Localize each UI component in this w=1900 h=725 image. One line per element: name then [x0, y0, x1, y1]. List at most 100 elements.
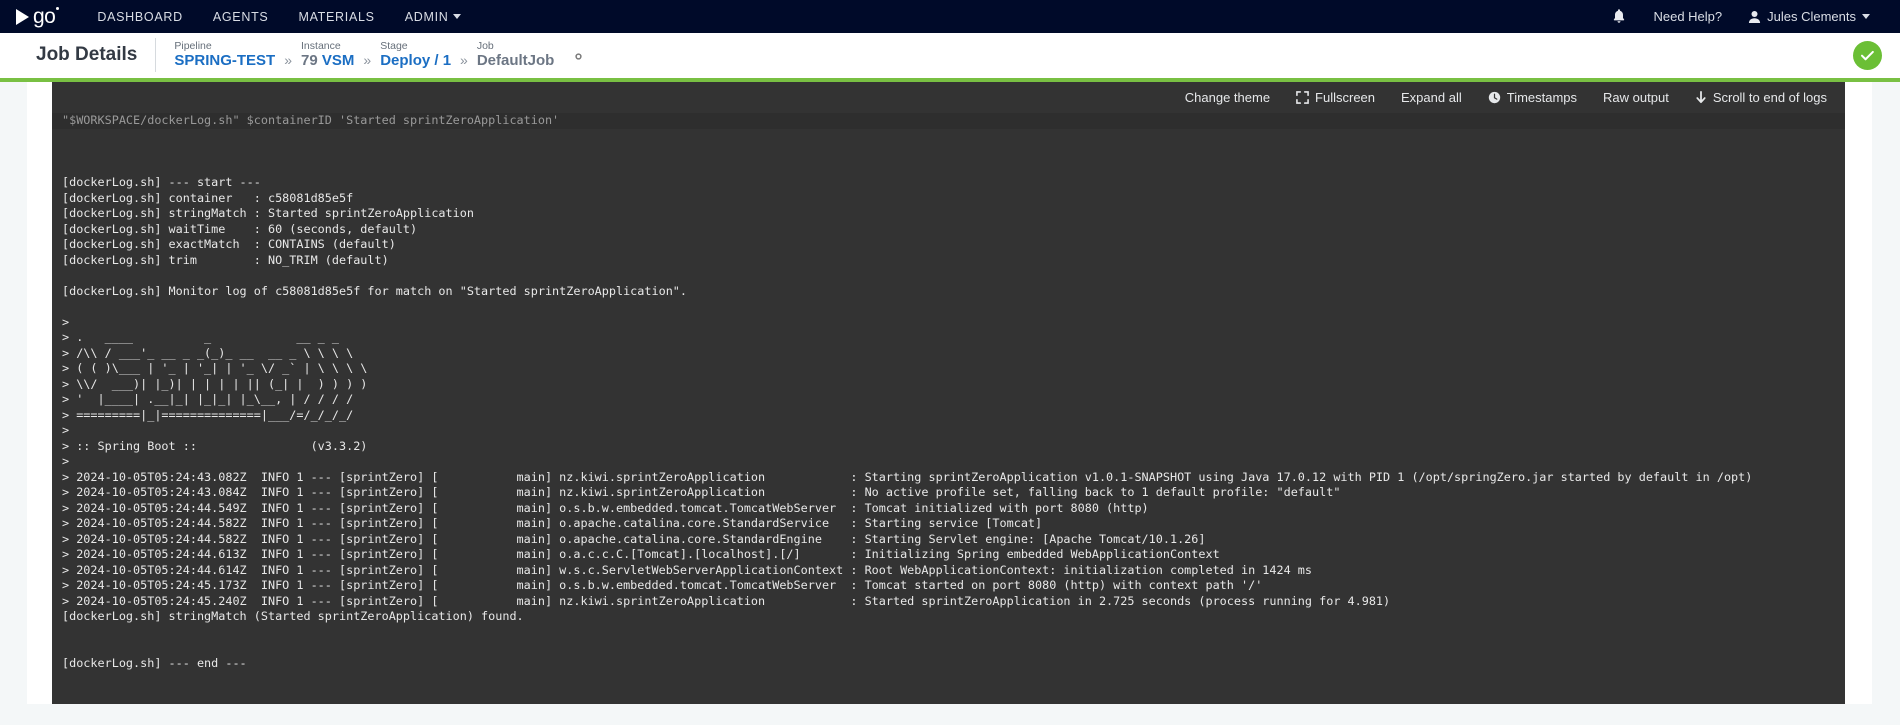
gear-icon[interactable] [570, 48, 587, 65]
bell-icon[interactable] [1611, 8, 1627, 25]
breadcrumb-value-pipeline[interactable]: SPRING-TEST [174, 52, 275, 69]
change-theme-button[interactable]: Change theme [1185, 90, 1270, 105]
log-line: > 2024-10-05T05:24:45.173Z INFO 1 --- [s… [62, 578, 1263, 592]
log-line: > [62, 423, 70, 437]
logo-text: go [33, 4, 60, 28]
nav-item-dashboard[interactable]: DASHBOARD [97, 10, 182, 24]
breadcrumb-label-pipeline: Pipeline [174, 40, 212, 53]
user-name-label: Jules Clements [1767, 9, 1856, 24]
nav-label-agents: AGENTS [212, 9, 269, 24]
user-menu[interactable]: Jules Clements [1748, 9, 1870, 24]
raw-output-label: Raw output [1603, 89, 1669, 105]
log-line: [dockerLog.sh] container : c58081d85e5f [62, 190, 354, 205]
log-line-blank [52, 160, 1845, 176]
expand-all-label: Expand all [1401, 89, 1462, 105]
top-navigation-bar: go DASHBOARD AGENTS MATERIALS ADMIN Need… [0, 0, 1900, 33]
instance-number: 79 [301, 52, 318, 70]
console-log-panel[interactable]: Change theme Fullscreen Expand all Times… [52, 82, 1845, 704]
breadcrumb-stage: Stage Deploy / 1 [380, 40, 451, 69]
log-line: [dockerLog.sh] exactMatch : CONTAINS (de… [62, 237, 396, 251]
breadcrumb-instance: Instance 79 VSM [301, 40, 354, 69]
breadcrumb-label-instance: Instance [301, 40, 341, 53]
chevron-down-icon [1862, 14, 1870, 19]
log-line: > 2024-10-05T05:24:44.582Z INFO 1 --- [s… [62, 531, 1206, 546]
nav-label-admin: ADMIN [404, 9, 449, 24]
log-line-blank [52, 640, 1845, 656]
log-line: > [62, 454, 70, 468]
breadcrumb-pipeline: Pipeline SPRING-TEST [174, 40, 275, 69]
console-log-body: "$WORKSPACE/dockerLog.sh" $containerID '… [52, 82, 1845, 702]
log-line: > :: Spring Boot :: (v3.3.2) [62, 438, 368, 453]
play-triangle-icon [16, 8, 29, 25]
right-outer-gutter [1872, 82, 1900, 704]
timestamps-toggle[interactable]: Timestamps [1488, 90, 1577, 105]
scroll-to-end-label: Scroll to end of logs [1712, 89, 1827, 105]
gocd-logo[interactable]: go [16, 4, 60, 29]
fullscreen-icon [1296, 90, 1309, 104]
breadcrumb-job: Job DefaultJob [477, 40, 555, 69]
log-line: > 2024-10-05T05:24:44.613Z INFO 1 --- [s… [62, 547, 1220, 561]
log-line: > ( ( )\___ | '_ | '_| | '_ \/ _` | \ \ … [62, 361, 368, 375]
left-inner-gutter [27, 82, 52, 704]
check-icon [1860, 50, 1874, 60]
arrow-down-icon [1696, 90, 1706, 103]
instance-vsm-link[interactable]: VSM [322, 52, 355, 69]
need-help-link[interactable]: Need Help? [1653, 9, 1722, 24]
status-badge [1853, 40, 1882, 70]
log-line: [dockerLog.sh] stringMatch (Started spri… [62, 609, 524, 623]
fullscreen-button[interactable]: Fullscreen [1296, 90, 1375, 105]
console-area: Change theme Fullscreen Expand all Times… [0, 82, 1900, 704]
change-theme-label: Change theme [1184, 89, 1271, 105]
breadcrumb-label-stage: Stage [380, 40, 408, 53]
log-line: > ' |____| .__|_| |_|_| |_\__, | / / / / [62, 392, 354, 406]
log-line: [dockerLog.sh] trim : NO_TRIM (default) [62, 252, 389, 267]
user-icon [1749, 10, 1761, 23]
breadcrumb-separator-icon: » [284, 51, 293, 68]
log-line: > 2024-10-05T05:24:44.549Z INFO 1 --- [s… [62, 500, 1149, 515]
breadcrumb-value-stage[interactable]: Deploy / 1 [380, 52, 451, 69]
nav-label-dashboard: DASHBOARD [97, 9, 183, 24]
vertical-divider [155, 38, 157, 72]
log-line: [dockerLog.sh] waitTime : 60 (seconds, d… [62, 221, 418, 236]
log-line: [dockerLog.sh] --- end --- [62, 655, 247, 670]
breadcrumb-value-job: DefaultJob [476, 52, 555, 70]
breadcrumb-separator-icon: » [460, 51, 468, 68]
log-lines-container: [dockerLog.sh] --- start --- [dockerLog.s… [52, 160, 1845, 672]
nav-item-materials[interactable]: MATERIALS [298, 10, 374, 24]
nav-right-group: Need Help? Jules Clements [1611, 8, 1884, 25]
log-line: [dockerLog.sh] stringMatch : Started spr… [62, 206, 474, 220]
log-line-blank [52, 299, 1845, 315]
log-line: > . ____ _ __ _ _ [62, 330, 339, 344]
main-nav-items: DASHBOARD AGENTS MATERIALS ADMIN [97, 10, 462, 24]
nav-label-materials: MATERIALS [298, 9, 375, 24]
log-line: > 2024-10-05T05:24:43.084Z INFO 1 --- [s… [62, 485, 1341, 499]
log-line: > 2024-10-05T05:24:43.082Z INFO 1 --- [s… [62, 469, 1753, 484]
chevron-down-icon [453, 14, 462, 19]
breadcrumb-label-job: Job [476, 40, 494, 53]
scroll-to-end-button[interactable]: Scroll to end of logs [1695, 90, 1827, 105]
log-line-blank [52, 625, 1845, 641]
log-line: > [62, 314, 70, 329]
log-line: > 2024-10-05T05:24:44.582Z INFO 1 --- [s… [62, 516, 1043, 530]
log-line: > \\/ ___)| |_)| | | | | || (_| | ) ) ) … [62, 376, 368, 391]
job-details-subheader: Job Details Pipeline SPRING-TEST » Insta… [0, 33, 1900, 78]
expand-all-button[interactable]: Expand all [1401, 90, 1462, 105]
log-line: [dockerLog.sh] Monitor log of c58081d85e… [62, 283, 688, 298]
log-line: > 2024-10-05T05:24:44.614Z INFO 1 --- [s… [62, 562, 1313, 577]
clock-icon [1488, 91, 1500, 103]
page-title: Job Details [36, 44, 138, 65]
log-line-blank [52, 268, 1845, 284]
breadcrumb-separator-icon: » [363, 51, 372, 68]
log-line: > 2024-10-05T05:24:45.240Z INFO 1 --- [s… [62, 593, 1391, 608]
timestamps-label: Timestamps [1506, 89, 1578, 105]
log-line: [dockerLog.sh] --- start --- [62, 175, 261, 189]
right-inner-gutter [1845, 82, 1872, 704]
raw-output-button[interactable]: Raw output [1603, 90, 1669, 105]
log-line: > /\\ / ___'_ __ _ _(_)_ __ __ _ \ \ \ \ [62, 345, 354, 360]
left-outer-gutter [0, 82, 27, 704]
log-toolbar: Change theme Fullscreen Expand all Times… [1162, 82, 1845, 112]
breadcrumb-value-instance[interactable]: 79 VSM [301, 52, 354, 69]
nav-item-agents[interactable]: AGENTS [213, 10, 269, 24]
log-line-partial: "$WORKSPACE/dockerLog.sh" $containerID '… [52, 113, 1845, 129]
nav-item-admin[interactable]: ADMIN [405, 10, 462, 24]
